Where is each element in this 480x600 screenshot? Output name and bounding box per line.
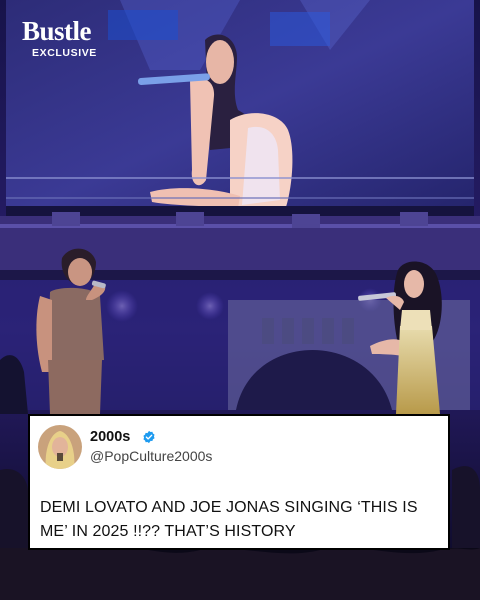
brand-name: Bustle	[22, 16, 92, 46]
user-handle: @PopCulture2000s	[90, 448, 213, 464]
tweet-text: DEMI LOVATO AND JOE JONAS SINGING ‘THIS …	[40, 499, 418, 540]
tweet-card: 2000s @PopCulture2000s DEMI LOVATO AND J…	[28, 414, 450, 550]
display-name: 2000s	[90, 429, 131, 445]
avatar	[38, 425, 82, 469]
brand-logo: Bustle EXCLUSIVE	[22, 16, 97, 59]
verified-badge-icon	[143, 430, 155, 444]
brand-label: EXCLUSIVE	[32, 47, 97, 59]
